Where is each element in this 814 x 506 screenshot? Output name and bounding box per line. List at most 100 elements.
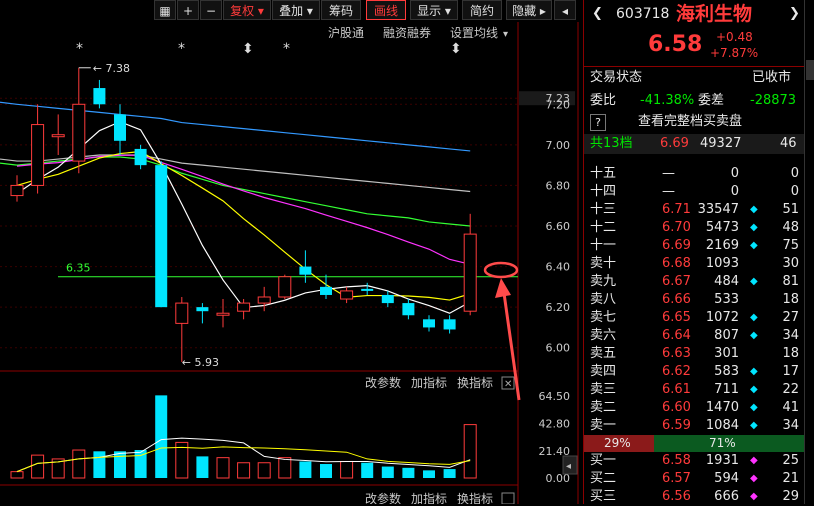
support-line-label: 6.35 bbox=[66, 262, 91, 275]
ask-level-label: 卖二 bbox=[590, 400, 617, 415]
ask-row[interactable]: 卖一 6.59 1084 34 ◆ bbox=[584, 417, 805, 435]
ask-count: 30 bbox=[782, 256, 799, 271]
ask-change-dot-icon: ◆ bbox=[750, 204, 758, 215]
draw-line-button[interactable]: 画线 bbox=[366, 0, 406, 20]
ask-price: 6.69 bbox=[662, 238, 691, 253]
volume-tick-label: 64.50 bbox=[539, 390, 571, 403]
bid-count: 25 bbox=[782, 453, 799, 468]
event-marker: ⬍ bbox=[242, 41, 254, 57]
chips-button[interactable]: 筹码 bbox=[321, 0, 361, 20]
simple-button[interactable]: 简约 bbox=[462, 0, 502, 20]
price-tick-label: 6.60 bbox=[546, 220, 571, 233]
add-indicator-link-2[interactable]: 加指标 bbox=[411, 491, 447, 504]
tab-hk-connect[interactable]: 沪股通 bbox=[328, 26, 364, 40]
close-panel-icon[interactable]: ✕ bbox=[501, 376, 515, 390]
ask-row[interactable]: 十五 — 0 0 bbox=[584, 165, 805, 183]
ma20-line bbox=[16, 154, 471, 265]
ask-row[interactable]: 十三 6.71 33547 51 ◆ bbox=[584, 201, 805, 219]
volume-bar bbox=[443, 469, 456, 478]
quote-panel: ❮ 603718 海利生物 ❯ 6.58 +0.48 +7.87% 交易状态 已… bbox=[583, 0, 805, 504]
ask-count: 18 bbox=[782, 346, 799, 361]
ask-price: 6.63 bbox=[662, 346, 691, 361]
calendar-icon[interactable]: ▦ bbox=[154, 0, 176, 20]
ask-volume: 1093 bbox=[705, 256, 739, 271]
close-panel-icon-2[interactable] bbox=[501, 492, 515, 504]
ask-row[interactable]: 卖六 6.64 807 34 ◆ bbox=[584, 327, 805, 345]
edit-params-link-2[interactable]: 改参数 bbox=[365, 491, 401, 504]
candle-body bbox=[340, 290, 354, 300]
ask-count: 75 bbox=[782, 238, 799, 253]
switch-indicator-link-2[interactable]: 换指标 bbox=[457, 491, 493, 504]
ask-volume: 583 bbox=[714, 364, 739, 379]
overlay-button[interactable]: 叠加 ▾ bbox=[272, 0, 320, 20]
ask-level-label: 十二 bbox=[590, 220, 617, 235]
last-price: 6.58 bbox=[648, 32, 703, 57]
ask-row[interactable]: 十二 6.70 5473 48 ◆ bbox=[584, 219, 805, 237]
ask-change-dot-icon: ◆ bbox=[750, 222, 758, 233]
ask-price: 6.67 bbox=[662, 274, 691, 289]
volume-bar bbox=[114, 451, 126, 478]
tab-ma-settings[interactable]: 设置均线 bbox=[450, 26, 498, 40]
scroll-right-icon[interactable]: ◂ bbox=[562, 455, 578, 475]
volume-tick-label: 42.80 bbox=[539, 418, 571, 431]
ask-volume: 711 bbox=[714, 382, 739, 397]
kline-svg[interactable]: 沪股通 融资融券 设置均线 ▾ * * ⬍ * ⬍ ← 7.38 ← 5.93 6.35 7… bbox=[0, 22, 580, 504]
ask-row[interactable]: 卖十 6.68 1093 30 bbox=[584, 255, 805, 273]
edit-params-link[interactable]: 改参数 bbox=[365, 375, 401, 390]
bid-row[interactable]: 买三 6.56 666 29 ◆ bbox=[584, 488, 805, 506]
hide-button[interactable]: 隐藏 ▸ bbox=[506, 0, 552, 20]
ask-volume: 0 bbox=[730, 184, 739, 199]
candle-body bbox=[257, 296, 271, 304]
display-button[interactable]: 显示 ▾ bbox=[410, 0, 458, 20]
price-change-pct: +7.87% bbox=[710, 46, 759, 60]
ask-level-label: 卖一 bbox=[590, 418, 617, 433]
ask-row[interactable]: 卖五 6.63 301 18 bbox=[584, 345, 805, 363]
price-change: +0.48 bbox=[716, 30, 753, 44]
bid-change-dot-icon: ◆ bbox=[750, 491, 758, 502]
bid-row[interactable]: 买二 6.57 594 21 ◆ bbox=[584, 470, 805, 488]
bid-row[interactable]: 买一 6.58 1931 25 ◆ bbox=[584, 452, 805, 470]
stock-name: 海利生物 bbox=[676, 3, 753, 25]
ask-price: 6.61 bbox=[662, 382, 691, 397]
ask-row[interactable]: 卖九 6.67 484 81 ◆ bbox=[584, 273, 805, 291]
prev-stock-icon[interactable]: ❮ bbox=[592, 3, 603, 25]
ask-row[interactable]: 卖四 6.62 583 17 ◆ bbox=[584, 363, 805, 381]
bid-volume: 666 bbox=[714, 489, 739, 504]
switch-indicator-link[interactable]: 换指标 bbox=[457, 375, 493, 390]
candle-body bbox=[237, 302, 251, 312]
kline-chart[interactable]: 沪股通 融资融券 设置均线 ▾ * * ⬍ * ⬍ ← 7.38 ← 5.93 6.35 7… bbox=[0, 22, 580, 504]
full-book-link[interactable]: 查看完整档买卖盘 bbox=[638, 113, 742, 131]
zoom-out-button[interactable]: − bbox=[200, 0, 222, 20]
volume-bar bbox=[10, 471, 24, 479]
adjust-button[interactable]: 复权 ▾ bbox=[223, 0, 271, 20]
prev-arrow-icon[interactable]: ◂ bbox=[554, 0, 576, 20]
ask-count: 51 bbox=[782, 202, 799, 217]
ask-change-dot-icon: ◆ bbox=[750, 366, 758, 377]
ask-row[interactable]: 卖七 6.65 1072 27 ◆ bbox=[584, 309, 805, 327]
volume-bar bbox=[463, 424, 477, 479]
full-book-row[interactable]: ? 查看完整档买卖盘 bbox=[584, 113, 805, 133]
event-marker: * bbox=[76, 41, 83, 57]
bid-price: 6.58 bbox=[662, 453, 691, 468]
svg-text:✕: ✕ bbox=[504, 379, 512, 390]
ask-level-label: 卖六 bbox=[590, 328, 617, 343]
total-count: 46 bbox=[780, 136, 797, 151]
ask-row[interactable]: 十一 6.69 2169 75 ◆ bbox=[584, 237, 805, 255]
next-stock-icon[interactable]: ❯ bbox=[789, 3, 800, 25]
ask-row[interactable]: 卖二 6.60 1470 41 ◆ bbox=[584, 399, 805, 417]
ask-level-label: 卖八 bbox=[590, 292, 617, 307]
stock-code: 603718 bbox=[616, 6, 670, 22]
tab-margin[interactable]: 融资融券 bbox=[383, 25, 431, 40]
help-icon[interactable]: ? bbox=[590, 114, 606, 131]
sell-ratio-text: 71% bbox=[709, 436, 736, 450]
ask-row[interactable]: 十四 — 0 0 bbox=[584, 183, 805, 201]
add-indicator-link[interactable]: 加指标 bbox=[411, 375, 447, 390]
ma30-line bbox=[0, 156, 471, 227]
diff-value: -28873 bbox=[750, 93, 797, 108]
ask-volume: 1072 bbox=[705, 310, 739, 325]
total-price: 6.69 bbox=[660, 136, 689, 151]
bid-count: 21 bbox=[782, 471, 799, 486]
ask-row[interactable]: 卖三 6.61 711 22 ◆ bbox=[584, 381, 805, 399]
ask-row[interactable]: 卖八 6.66 533 18 bbox=[584, 291, 805, 309]
zoom-in-button[interactable]: + bbox=[177, 0, 199, 20]
